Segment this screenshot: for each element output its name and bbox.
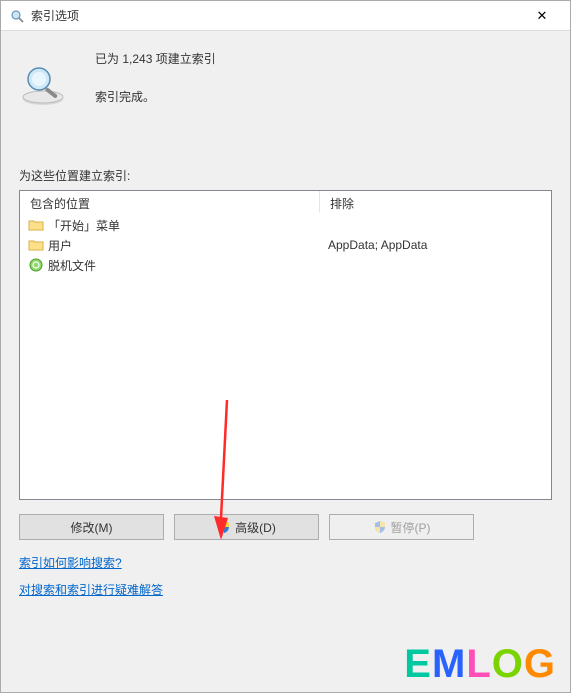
help-link-search[interactable]: 索引如何影响搜索? [19,554,122,571]
locations-label: 为这些位置建立索引: [19,167,552,184]
locations-list: 包含的位置 排除 「开始」菜单 用户 [19,190,552,500]
help-links: 索引如何影响搜索? 对搜索和索引进行疑难解答 [19,554,552,608]
list-item-label: 脱机文件 [48,257,96,274]
column-header-excluded[interactable]: 排除 [320,191,551,213]
watermark-logo: EMLOG [404,642,556,687]
index-status-text: 索引完成。 [95,87,216,107]
index-count-text: 已为 1,243 项建立索引 [95,49,216,69]
modify-button[interactable]: 修改(M) [19,514,164,540]
shield-icon [217,520,231,534]
dialog-content: 已为 1,243 项建立索引 索引完成。 为这些位置建立索引: 包含的位置 排除… [1,31,570,692]
folder-icon [28,237,44,253]
column-header-included[interactable]: 包含的位置 [20,191,320,213]
list-item-label: 「开始」菜单 [48,217,120,234]
exclude-row-spacer [328,215,543,235]
info-text: 已为 1,243 项建立索引 索引完成。 [95,43,216,108]
included-list: 「开始」菜单 用户 脱机文件 [20,213,320,499]
list-item[interactable]: 脱机文件 [28,255,312,275]
dialog-window: 索引选项 ✕ 已为 1,243 项建立索引 索引完成。 为这些位置建立索引: [0,0,571,693]
close-icon: ✕ [537,8,548,24]
columns-header: 包含的位置 排除 [20,191,551,213]
pause-button-label: 暂停(P) [391,519,431,536]
index-magnifier-icon [19,61,67,109]
titlebar: 索引选项 ✕ [1,1,570,31]
folder-icon [28,217,44,233]
modify-button-label: 修改(M) [71,519,113,536]
sync-icon [28,257,44,273]
excluded-list: AppData; AppData [320,213,551,499]
excluded-text[interactable]: AppData; AppData [328,235,543,255]
list-item-label: 用户 [48,237,72,254]
advanced-button-label: 高级(D) [235,519,276,536]
magnifier-icon [9,8,25,24]
list-item[interactable]: 「开始」菜单 [28,215,312,235]
pause-button: 暂停(P) [329,514,474,540]
help-link-troubleshoot[interactable]: 对搜索和索引进行疑难解答 [19,581,163,598]
shield-icon [373,520,387,534]
list-area: 「开始」菜单 用户 脱机文件 [20,213,551,499]
info-row: 已为 1,243 项建立索引 索引完成。 [19,43,552,109]
buttons-row: 修改(M) 高级(D) 暂停(P) [19,514,552,540]
advanced-button[interactable]: 高级(D) [174,514,319,540]
close-button[interactable]: ✕ [522,2,562,30]
dialog-title: 索引选项 [31,7,79,24]
list-item[interactable]: 用户 [28,235,312,255]
